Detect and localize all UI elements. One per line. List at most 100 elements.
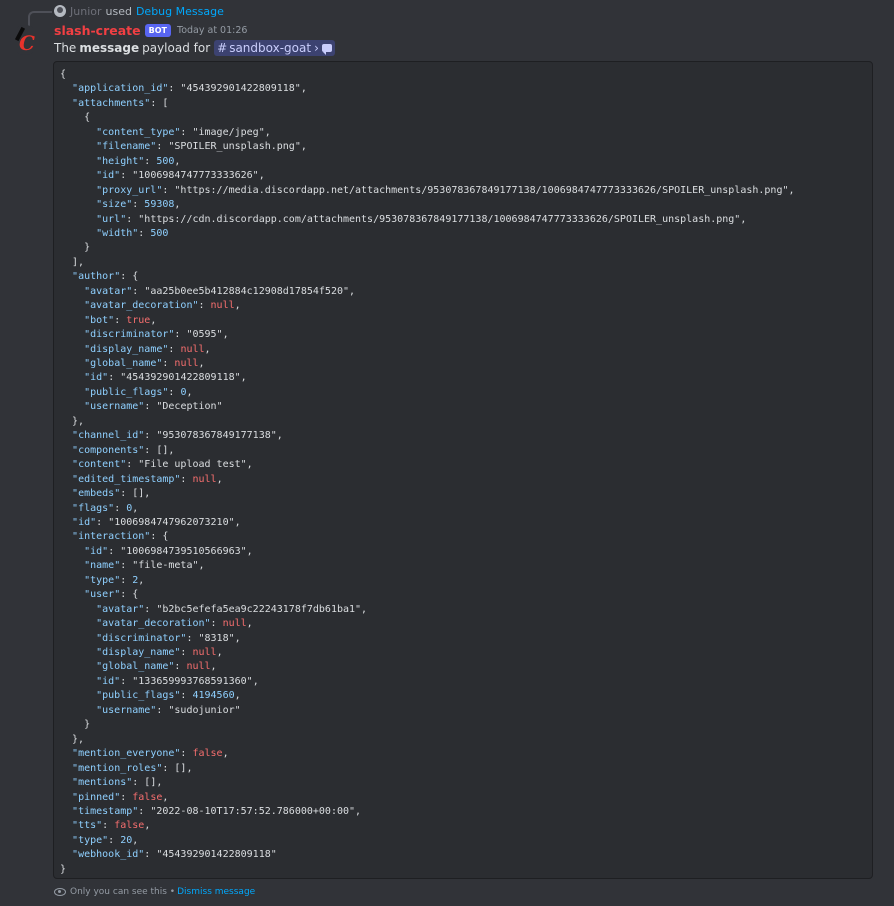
code-line: "type": 2,: [60, 574, 144, 588]
author-name[interactable]: slash-create: [54, 23, 141, 38]
code-token: : [],: [144, 444, 175, 456]
code-token: 59308: [144, 199, 175, 211]
code-token: }: [60, 863, 67, 875]
code-token: "height": [96, 155, 145, 167]
code-token: :: [180, 473, 193, 485]
code-token: "content_type": [96, 126, 181, 138]
code-token: false: [132, 791, 163, 803]
code-line: "user": {: [60, 588, 138, 602]
code-token: "application_id": [72, 83, 169, 95]
code-token: 500: [156, 155, 175, 167]
code-token: :: [156, 704, 169, 716]
code-line: "global_name": null,: [60, 660, 216, 674]
code-line: "author": {: [60, 270, 138, 284]
code-token: "name": [84, 560, 121, 572]
code-token: ,: [276, 430, 283, 442]
code-token: : {: [120, 589, 139, 601]
code-token: ,: [300, 83, 307, 95]
code-token: :: [162, 358, 175, 369]
author-avatar[interactable]: C: [10, 25, 40, 55]
eye-icon: [54, 887, 66, 896]
message-timestamp[interactable]: Today at 01:26: [177, 25, 247, 36]
code-token: "type": [72, 834, 109, 846]
code-token: false: [192, 748, 223, 760]
code-token: "embeds": [72, 488, 121, 500]
code-token: ,: [174, 155, 181, 167]
ephemeral-footer: Only you can see this • Dismiss message: [54, 885, 255, 898]
code-line: },: [60, 733, 84, 747]
code-token: :: [144, 849, 157, 861]
reply-reference[interactable]: Junior used Debug Message: [54, 3, 224, 19]
code-token: "bot": [84, 314, 115, 326]
code-token: {: [60, 112, 91, 124]
code-line: "bot": true,: [60, 314, 156, 328]
code-token: "image/jpeg": [192, 126, 265, 138]
code-token: ,: [300, 141, 307, 153]
code-token: :: [108, 372, 121, 384]
code-token: ,: [246, 618, 253, 630]
code-token: "id": [72, 516, 97, 528]
code-token: : [: [150, 97, 169, 109]
code-line: "mention_roles": [],: [60, 762, 192, 776]
code-line: "tts": false,: [60, 819, 150, 833]
code-token: "id": [84, 545, 109, 557]
code-line: "id": "1006984747962073210",: [60, 516, 241, 530]
code-token: {: [60, 69, 67, 80]
code-token: :: [96, 516, 109, 528]
code-token: "display_name": [84, 343, 169, 355]
channel-mention[interactable]: # sandbox-goat ›: [214, 39, 335, 56]
code-token: ,: [174, 199, 181, 211]
code-token: true: [126, 314, 151, 326]
code-token: :: [114, 502, 127, 514]
code-line: "content_type": "image/jpeg",: [60, 126, 271, 140]
code-line: "id": "133659993768591360",: [60, 675, 259, 689]
code-line: "timestamp": "2022-08-10T17:57:52.786000…: [60, 805, 361, 819]
code-line: "avatar": "b2bc5efefa5ea9c22243178f7db61…: [60, 603, 367, 617]
code-token: ,: [138, 574, 145, 586]
code-token: null: [174, 358, 199, 369]
code-token: "2022-08-10T17:57:52.786000+00:00": [150, 805, 356, 817]
code-token: ,: [222, 748, 229, 760]
code-token: null: [186, 661, 211, 673]
code-token: :: [144, 430, 157, 442]
code-token: ,: [186, 386, 193, 398]
code-token: "size": [96, 199, 133, 211]
code-token: "1006984739510566963": [120, 545, 247, 557]
dismiss-message-link[interactable]: Dismiss message: [177, 887, 255, 897]
command-link[interactable]: Debug Message: [136, 5, 224, 18]
code-token: ,: [150, 314, 157, 326]
code-token: :: [120, 560, 133, 572]
user-avatar-icon[interactable]: [54, 5, 66, 17]
code-token: ,: [240, 372, 247, 384]
code-token: "mentions": [72, 777, 133, 789]
code-token: "8318": [198, 632, 235, 644]
code-line: "avatar_decoration": null,: [60, 617, 253, 631]
code-line: "public_flags": 0,: [60, 386, 193, 400]
code-token: "avatar": [84, 285, 133, 297]
reply-username[interactable]: Junior: [70, 5, 102, 18]
code-token: "mention_roles": [72, 762, 163, 774]
code-line: "webhook_id": "454392901422809118": [60, 848, 277, 862]
code-token: "454392901422809118": [120, 372, 241, 384]
code-token: "avatar": [96, 603, 145, 615]
code-line: "mentions": [],: [60, 776, 162, 790]
code-token: "https://cdn.discordapp.com/attachments/…: [138, 213, 741, 225]
code-token: :: [144, 603, 157, 615]
code-token: ,: [234, 516, 241, 528]
